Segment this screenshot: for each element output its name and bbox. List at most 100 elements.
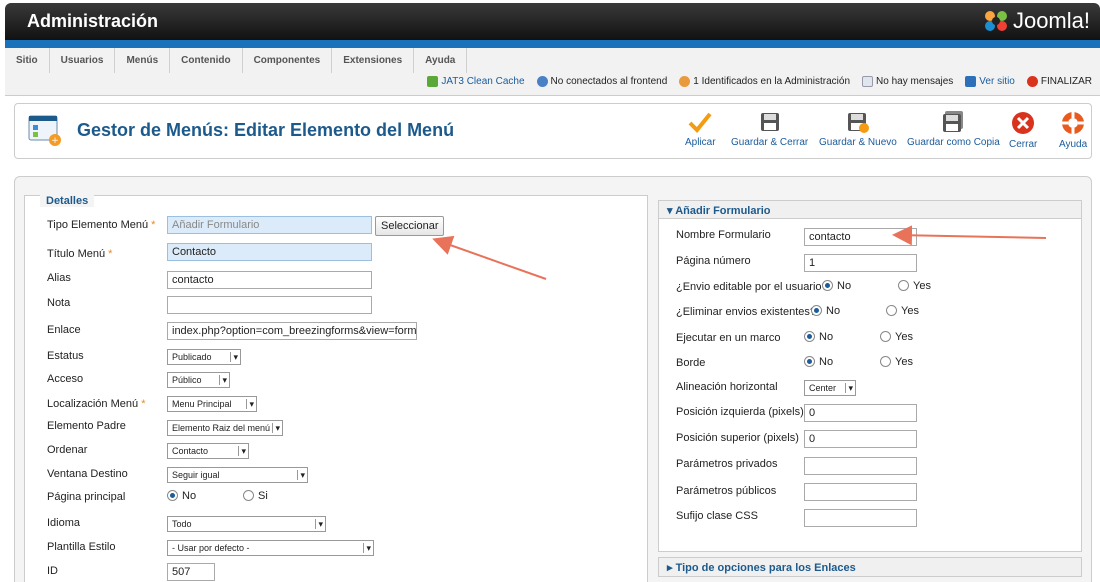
alias-input[interactable]: contacto (167, 271, 372, 289)
save-close-button[interactable]: Guardar & Cerrar (731, 111, 808, 148)
target-window-select[interactable]: Seguir igual (167, 467, 308, 483)
home-no-radio[interactable]: No (167, 490, 196, 502)
home-yes-radio[interactable]: Si (243, 490, 268, 502)
radio-unchecked (880, 331, 891, 342)
menu-title-input[interactable]: Contacto (167, 243, 372, 261)
menu-extensiones[interactable]: Extensiones (332, 48, 415, 73)
radio-unchecked (898, 280, 909, 291)
note-input[interactable] (167, 296, 372, 314)
status-messages[interactable]: No hay mensajes (862, 76, 953, 87)
main-menu: Sitio Usuarios Menús Contenido Component… (5, 48, 468, 73)
delete-no-radio[interactable]: No (811, 305, 840, 317)
border-yes-radio[interactable]: Yes (880, 356, 913, 368)
language-select[interactable]: Todo (167, 516, 326, 532)
language-label: Idioma (47, 517, 81, 529)
radio-checked (822, 280, 833, 291)
required-marker: * (151, 219, 156, 231)
form-name-input[interactable]: contacto (804, 228, 917, 246)
location-row: Localización Menú * (47, 398, 146, 410)
monitor-icon (965, 76, 977, 87)
menu-item-type-field: Añadir Formulario (167, 216, 372, 234)
template-style-select[interactable]: - Usar por defecto - (167, 540, 374, 556)
editable-yes-radio[interactable]: Yes (898, 280, 931, 292)
status-label: Estatus (47, 350, 84, 362)
help-button[interactable]: Ayuda (1059, 111, 1087, 150)
menu-ayuda[interactable]: Ayuda (414, 48, 468, 73)
menu-usuarios[interactable]: Usuarios (50, 48, 116, 73)
delete-yes-radio[interactable]: Yes (886, 305, 919, 317)
select-type-button[interactable]: Seleccionar (375, 216, 445, 236)
menu-contenido[interactable]: Contenido (170, 48, 243, 73)
required-marker: * (141, 398, 146, 410)
details-legend: Detalles (40, 195, 95, 207)
left-pos-label: Posición izquierda (pixels) (676, 406, 804, 418)
header-accent-bar (5, 40, 1100, 48)
public-params-input[interactable] (804, 483, 917, 501)
menu-sitio[interactable]: Sitio (5, 48, 50, 73)
status-frontend: No conectados al frontend (536, 76, 667, 87)
mail-icon (862, 76, 874, 87)
logout-link[interactable]: FINALIZAR (1026, 76, 1092, 87)
top-pos-label: Posición superior (pixels) (676, 432, 799, 444)
menu-menus[interactable]: Menús (115, 48, 171, 73)
triangle-down-icon: ▾ (667, 205, 673, 217)
top-pos-input[interactable]: 0 (804, 430, 917, 448)
radio-unchecked (886, 305, 897, 316)
menu-bar: Sitio Usuarios Menús Contenido Component… (5, 48, 1100, 96)
parent-item-select[interactable]: Elemento Raiz del menú (167, 420, 283, 436)
joomla-logo[interactable]: Joomla! (983, 8, 1090, 34)
save-new-button[interactable]: Guardar & Nuevo (819, 111, 897, 148)
border-no-radio[interactable]: No (804, 356, 833, 368)
close-button[interactable]: Cerrar (1009, 111, 1037, 150)
access-select[interactable]: Público (167, 372, 230, 388)
order-select[interactable]: Contacto (167, 443, 249, 459)
joomla-logo-text: Joomla! (1012, 8, 1090, 33)
menu-manager-icon: + (28, 115, 61, 146)
link-input[interactable]: index.php?option=com_breezingforms&view=… (167, 322, 417, 340)
radio-unchecked (243, 490, 254, 501)
align-label: Alineación horizontal (676, 381, 778, 393)
form-name-label: Nombre Formulario (676, 229, 771, 241)
editable-label: ¿Envio editable por el usuario? (676, 281, 828, 293)
css-suffix-input[interactable] (804, 509, 917, 527)
radio-unchecked (880, 356, 891, 367)
save-copy-icon (943, 111, 964, 132)
link-options-toggle[interactable]: ▸ Tipo de opciones para los Enlaces (658, 557, 1082, 577)
id-field: 507 (167, 563, 215, 581)
admin-header: Administración Joomla! (5, 3, 1100, 40)
parent-label: Elemento Padre (47, 420, 126, 432)
left-pos-input[interactable]: 0 (804, 404, 917, 422)
save-copy-button[interactable]: Guardar como Copia (907, 111, 1000, 148)
svg-text:+: + (51, 136, 59, 146)
recycle-icon (427, 76, 439, 87)
title-row: Título Menú * (47, 248, 113, 260)
radio-checked (804, 356, 815, 367)
power-icon (1026, 76, 1038, 87)
target-label: Ventana Destino (47, 468, 128, 480)
type-row: Tipo Elemento Menú * (47, 219, 156, 231)
page-title: Gestor de Menús: Editar Elemento del Men… (77, 120, 455, 140)
status-bar: JAT3 Clean Cache No conectados al fronte… (427, 76, 1092, 87)
form-panel-toggle[interactable]: ▾ Añadir Formulario (659, 201, 1081, 219)
style-label: Plantilla Estilo (47, 541, 116, 553)
frame-no-radio[interactable]: No (804, 331, 833, 343)
view-site-link[interactable]: Ver sitio (965, 76, 1015, 87)
radio-checked (804, 331, 815, 342)
menu-componentes[interactable]: Componentes (243, 48, 333, 73)
private-params-input[interactable] (804, 457, 917, 475)
page-number-input[interactable]: 1 (804, 254, 917, 272)
menu-location-select[interactable]: Menu Principal (167, 396, 257, 412)
apply-button[interactable]: Aplicar (685, 111, 716, 148)
page-number-label: Página número (676, 255, 751, 267)
frame-yes-radio[interactable]: Yes (880, 331, 913, 343)
close-icon (1012, 112, 1035, 134)
frame-label: Ejecutar en un marco (676, 332, 781, 344)
joomla-logo-icon (984, 11, 1007, 31)
private-params-label: Parámetros privados (676, 458, 778, 470)
editable-no-radio[interactable]: No (822, 280, 851, 292)
align-select[interactable]: Center (804, 380, 856, 396)
admin-title: Administración (27, 11, 159, 31)
status-cache[interactable]: JAT3 Clean Cache (427, 76, 525, 87)
status-select[interactable]: Publicado (167, 349, 241, 365)
access-label: Acceso (47, 373, 84, 385)
